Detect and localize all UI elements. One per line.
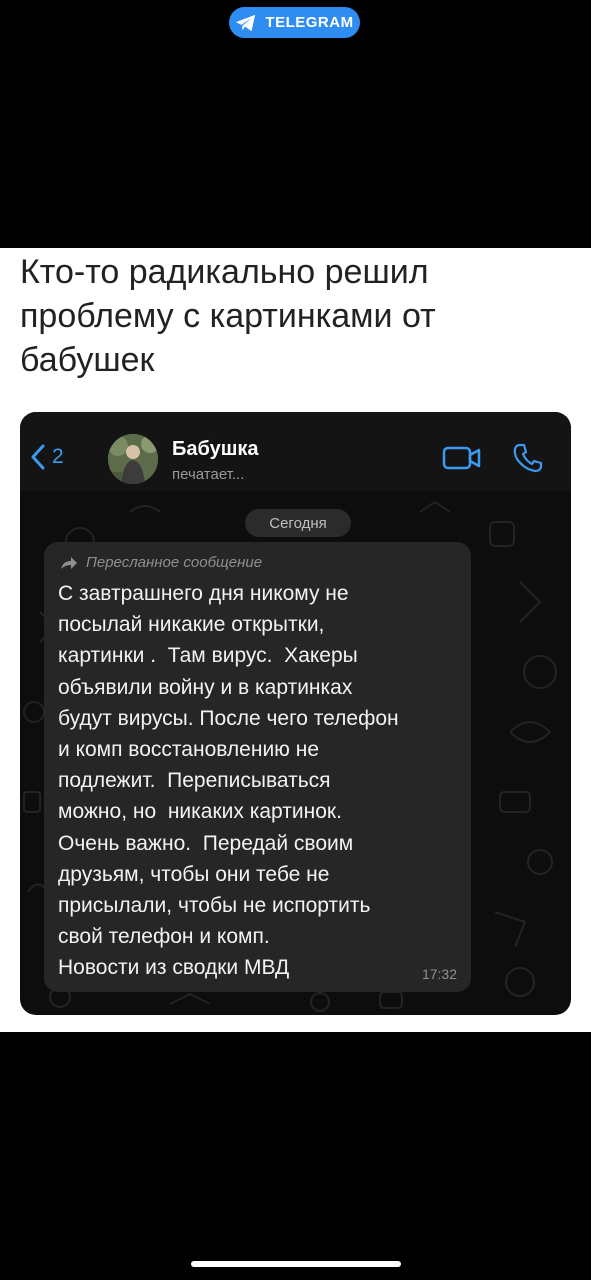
chat-screenshot: 2 Бабушка печатает... Сегодня Пересланно…	[20, 412, 571, 1015]
unread-count: 2	[52, 445, 64, 468]
typing-status: печатает...	[172, 466, 245, 483]
back-button[interactable]: 2	[30, 444, 64, 470]
message-time: 17:32	[421, 966, 457, 982]
chevron-left-icon	[31, 444, 45, 470]
message-bubble[interactable]: Пересланное сообщение С завтрашнего дня …	[44, 542, 471, 992]
date-separator: Сегодня	[245, 509, 351, 537]
telegram-badge: TELEGRAM	[229, 7, 360, 38]
telegram-badge-label: TELEGRAM	[265, 14, 354, 31]
telegram-plane-icon	[236, 14, 256, 31]
phone-icon[interactable]	[512, 442, 544, 474]
chat-header: 2 Бабушка печатает...	[20, 412, 571, 490]
post-caption: Кто-то радикально решил проблему с карти…	[20, 253, 436, 379]
video-call-icon[interactable]	[442, 445, 482, 471]
forwarded-header: Пересланное сообщение	[60, 554, 262, 571]
avatar[interactable]	[108, 434, 158, 484]
home-indicator[interactable]	[191, 1261, 401, 1267]
message-text: С завтрашнего дня никому не посылай ника…	[58, 582, 399, 980]
forward-arrow-icon	[61, 556, 77, 569]
forwarded-label: Пересланное сообщение	[86, 554, 263, 571]
contact-name[interactable]: Бабушка	[172, 438, 259, 461]
